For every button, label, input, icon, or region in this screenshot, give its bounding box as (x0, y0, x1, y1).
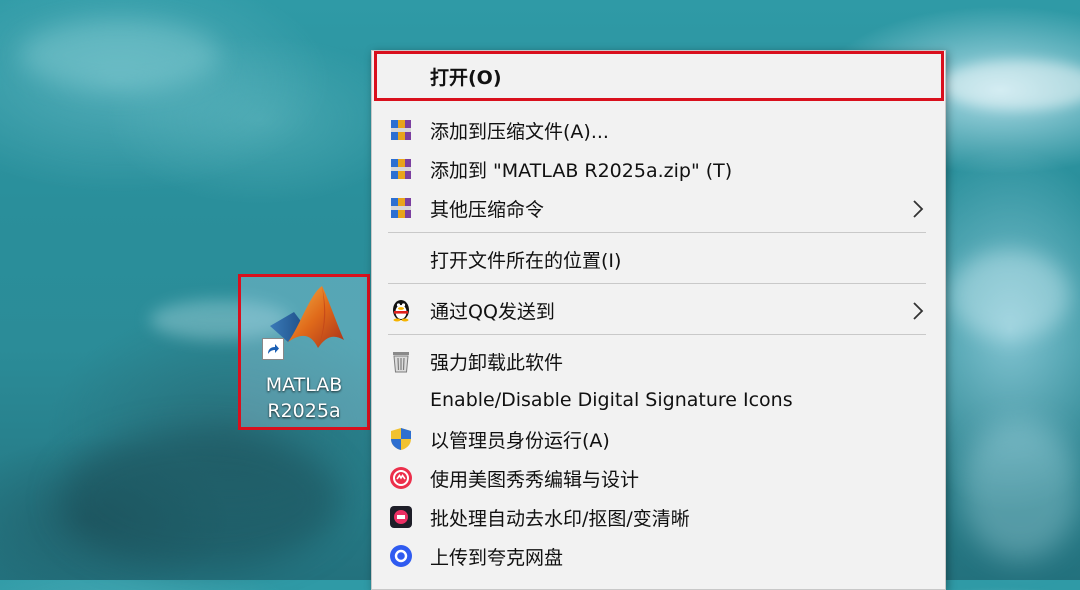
menu-separator (388, 232, 926, 233)
shortcut-arrow-icon (262, 338, 284, 360)
quark-drive-icon (390, 545, 412, 567)
menu-item-label: 使用美图秀秀编辑与设计 (430, 468, 640, 491)
menu-item-open-file-location[interactable]: 打开文件所在的位置(I) (372, 240, 945, 278)
menu-item-add-to-zip[interactable]: 添加到 "MATLAB R2025a.zip" (T) (372, 150, 945, 188)
background-ripple (60, 430, 340, 570)
menu-separator (388, 334, 926, 335)
menu-separator (388, 283, 926, 284)
background-ripple (940, 60, 1080, 110)
qq-penguin-icon (393, 300, 409, 322)
menu-item-label: 强力卸载此软件 (430, 351, 564, 374)
shortcut-label-line2: R2025a (267, 400, 341, 422)
menu-item-label: 添加到 "MATLAB R2025a.zip" (T) (430, 159, 733, 182)
uac-shield-icon (391, 428, 411, 450)
batch-process-icon (390, 506, 412, 528)
menu-item-upload-quark[interactable]: 上传到夸克网盘 (372, 537, 945, 575)
menu-item-label: 批处理自动去水印/抠图/变清晰 (430, 507, 690, 530)
winrar-archive-icon (391, 198, 411, 218)
menu-item-label: 通过QQ发送到 (430, 300, 555, 323)
menu-item-add-to-archive[interactable]: 添加到压缩文件(A)... (372, 111, 945, 149)
menu-item-send-via-qq[interactable]: 通过QQ发送到 (372, 291, 945, 329)
winrar-archive-icon (391, 159, 411, 179)
matlab-desktop-shortcut[interactable]: MATLAB R2025a (238, 274, 370, 430)
background-ripple (960, 420, 1080, 560)
menu-item-force-uninstall[interactable]: 强力卸载此软件 (372, 342, 945, 380)
context-menu: 打开(O) 添加到压缩文件(A)... 添加到 "MATLAB R2025a.z… (371, 50, 946, 590)
shortcut-label: MATLAB R2025a (240, 372, 368, 424)
winrar-archive-icon (391, 120, 411, 140)
shortcut-label-line1: MATLAB (265, 374, 343, 396)
menu-item-digital-signature-icons[interactable]: Enable/Disable Digital Signature Icons (372, 381, 945, 419)
menu-item-label: Enable/Disable Digital Signature Icons (430, 389, 793, 411)
chevron-right-icon (913, 200, 924, 218)
menu-item-label: 以管理员身份运行(A) (430, 429, 610, 452)
menu-item-open[interactable]: 打开(O) (372, 57, 945, 95)
menu-item-label: 其他压缩命令 (430, 198, 545, 221)
trash-bin-icon (393, 352, 409, 373)
chevron-right-icon (913, 302, 924, 320)
background-ripple (20, 20, 220, 90)
menu-item-batch-process[interactable]: 批处理自动去水印/抠图/变清晰 (372, 498, 945, 536)
menu-item-label: 打开(O) (430, 66, 502, 89)
menu-item-label: 上传到夸克网盘 (430, 546, 564, 569)
background-ripple (950, 250, 1070, 340)
menu-item-label: 打开文件所在的位置(I) (430, 249, 622, 272)
menu-item-run-as-admin[interactable]: 以管理员身份运行(A) (372, 420, 945, 458)
menu-item-other-compress[interactable]: 其他压缩命令 (372, 189, 945, 227)
meitu-icon (390, 467, 412, 489)
menu-item-meitu-edit[interactable]: 使用美图秀秀编辑与设计 (372, 459, 945, 497)
menu-item-label: 添加到压缩文件(A)... (430, 120, 609, 143)
